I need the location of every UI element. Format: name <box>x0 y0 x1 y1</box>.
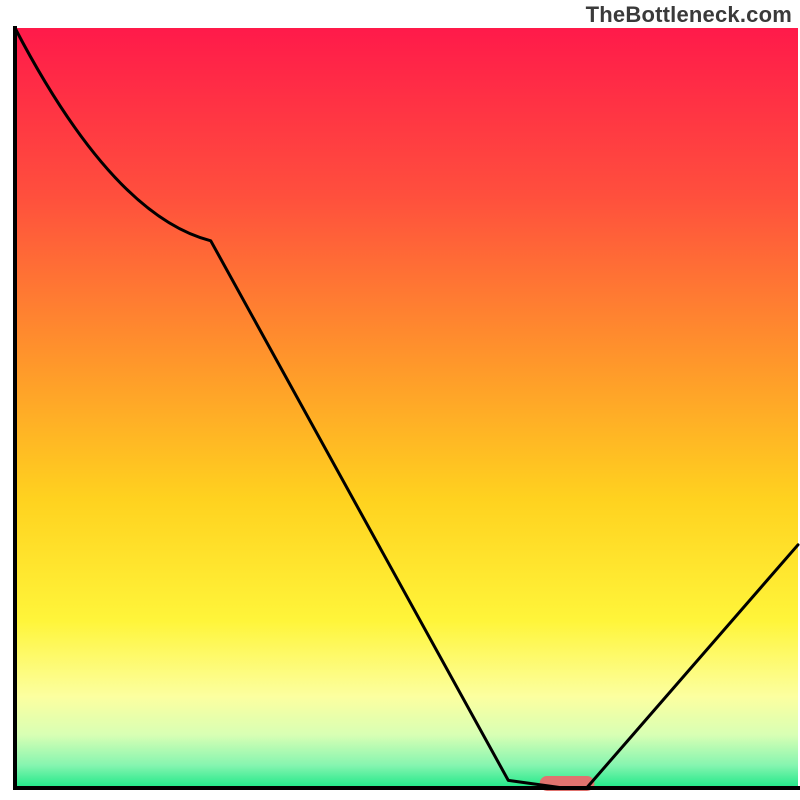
gradient-background <box>15 28 798 788</box>
chart-container: TheBottleneck.com <box>0 0 800 800</box>
watermark-text: TheBottleneck.com <box>586 2 792 28</box>
bottleneck-chart <box>0 0 800 800</box>
plot-area <box>15 28 798 791</box>
